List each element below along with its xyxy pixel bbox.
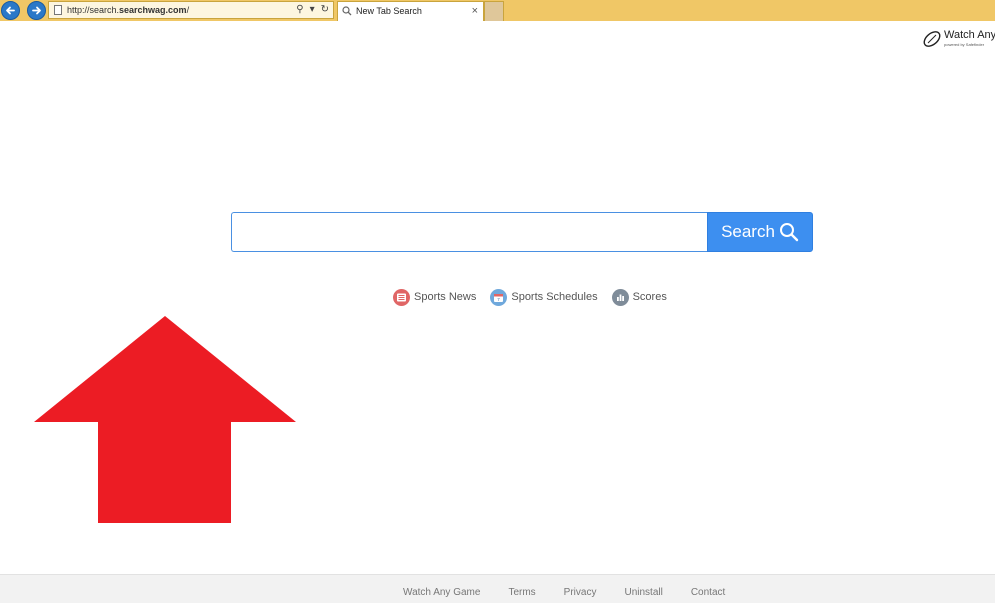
magnifier-icon: [779, 223, 799, 242]
quick-link-label: Sports Schedules: [511, 291, 598, 303]
arrow-right-icon: [32, 6, 41, 15]
bar-chart-icon: [611, 288, 629, 306]
search-button[interactable]: Search: [707, 212, 813, 252]
logo-text: Watch Any: [944, 29, 995, 41]
tab-new-tab-search[interactable]: New Tab Search ×: [337, 1, 484, 21]
browser-toolbar: http://search.searchwag.com/ ⚲ ▾ ↻ New T…: [0, 0, 995, 21]
footer-link-terms[interactable]: Terms: [508, 587, 535, 598]
footer-link-privacy[interactable]: Privacy: [564, 587, 597, 598]
address-url: http://search.searchwag.com/: [67, 5, 190, 15]
football-icon: [923, 31, 941, 47]
refresh-icon[interactable]: ↻: [321, 2, 329, 18]
page-icon: [54, 5, 62, 15]
sports-news-link[interactable]: Sports News: [393, 288, 477, 306]
tab-title: New Tab Search: [356, 6, 422, 16]
dropdown-icon[interactable]: ▾: [310, 2, 315, 18]
arrow-left-icon: [6, 6, 15, 15]
forward-button[interactable]: [27, 1, 46, 20]
back-button[interactable]: [1, 1, 20, 20]
quick-link-label: Scores: [632, 291, 667, 303]
logo-subtext: powered by Safefinder: [944, 42, 985, 47]
search-input[interactable]: [232, 213, 707, 251]
scores-link[interactable]: Scores: [611, 288, 667, 306]
watch-any-logo[interactable]: Watch Any powered by Safefinder: [922, 29, 995, 49]
search-icon: [342, 6, 352, 16]
close-icon[interactable]: ×: [472, 2, 478, 21]
red-arrow-annotation: [34, 316, 296, 523]
footer-link-watch-any-game[interactable]: Watch Any Game: [403, 587, 480, 598]
new-tab-button[interactable]: [484, 1, 504, 21]
address-bar[interactable]: http://search.searchwag.com/ ⚲ ▾ ↻: [48, 1, 334, 19]
search-icon[interactable]: ⚲: [296, 2, 303, 18]
search-box: [231, 212, 707, 252]
footer: Watch Any Game Terms Privacy Uninstall C…: [0, 574, 995, 603]
quick-links: Sports News 7 Sports Schedules Scores: [393, 288, 681, 306]
footer-link-uninstall[interactable]: Uninstall: [624, 587, 662, 598]
quick-link-label: Sports News: [414, 291, 477, 303]
newspaper-icon: [393, 288, 410, 306]
footer-link-contact[interactable]: Contact: [691, 587, 725, 598]
calendar-icon: 7: [490, 288, 508, 306]
sports-schedules-link[interactable]: 7 Sports Schedules: [490, 288, 598, 306]
search-button-label: Search: [721, 222, 775, 241]
